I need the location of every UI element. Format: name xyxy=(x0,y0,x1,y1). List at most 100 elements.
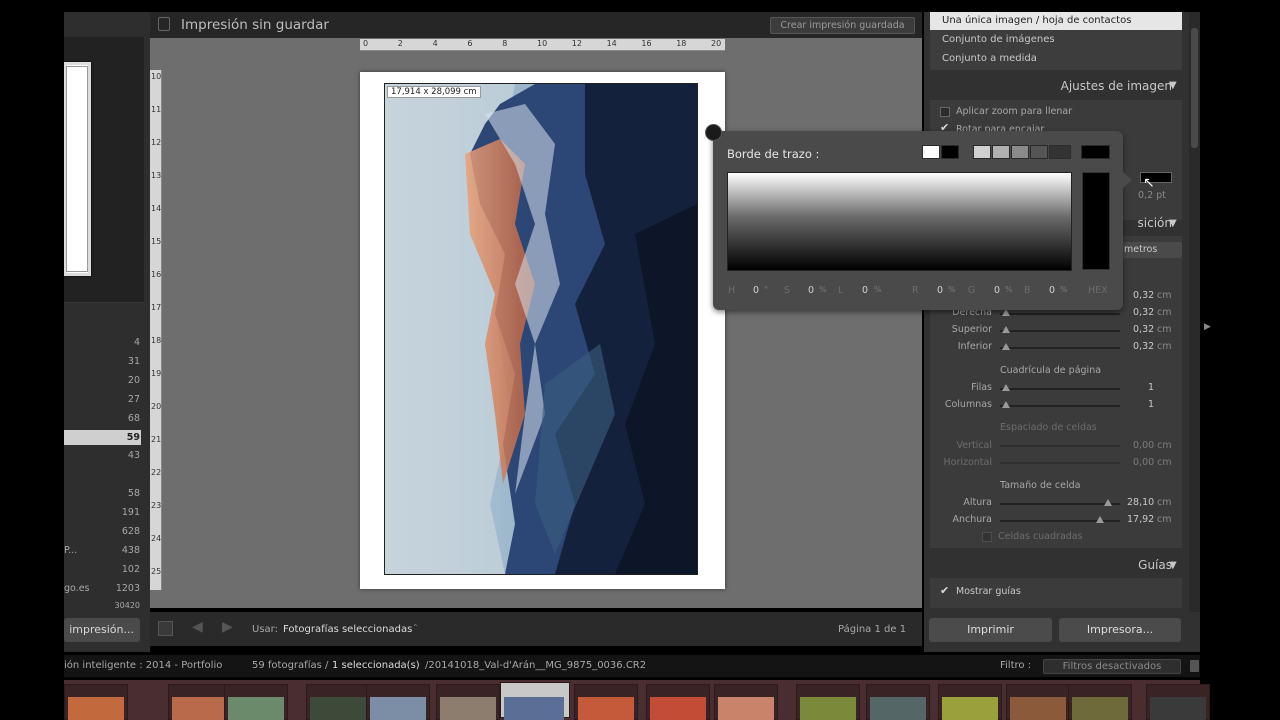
slider-thumb[interactable] xyxy=(1104,499,1112,506)
color-picker-title: Borde de trazo : xyxy=(727,147,820,161)
zoom-to-fill-checkbox[interactable] xyxy=(940,107,950,117)
horizontal-spacing-slider[interactable] xyxy=(1000,462,1120,464)
color-preview-bar[interactable] xyxy=(1082,172,1110,270)
margin-bottom-value[interactable]: 0,32 xyxy=(1133,341,1154,352)
preset-swatch[interactable] xyxy=(992,145,1010,159)
page-setup-button[interactable]: impresión... xyxy=(64,618,140,642)
horizontal-spacing-value[interactable]: 0,00 cm xyxy=(1133,457,1172,468)
collection-count[interactable]: 4 xyxy=(80,337,140,348)
collection-count[interactable]: 191 xyxy=(80,507,140,518)
close-popup-icon[interactable] xyxy=(705,124,722,141)
collapse-icon[interactable] xyxy=(158,17,170,31)
margin-left-value[interactable]: 0,32 xyxy=(1133,290,1154,301)
slider-thumb[interactable] xyxy=(1002,309,1010,316)
square-cells-checkbox[interactable] xyxy=(982,532,992,542)
collection-count[interactable]: 68 xyxy=(80,413,140,424)
ruler-tick-label: 23 xyxy=(151,501,162,510)
margin-right-value[interactable]: 0,32 xyxy=(1133,307,1154,318)
printer-button[interactable]: Impresora... xyxy=(1059,618,1181,642)
ruler-units-dropdown[interactable]: metros xyxy=(1120,242,1182,258)
red-value[interactable]: 0 xyxy=(937,285,943,296)
thumbnail-image xyxy=(650,697,706,720)
collection-count[interactable]: 58 xyxy=(80,488,140,499)
preset-swatch[interactable] xyxy=(973,145,991,159)
cell-height-value[interactable]: 28,10 xyxy=(1127,497,1154,508)
columns-slider[interactable] xyxy=(1000,405,1120,407)
ruler-tick-label: 14 xyxy=(151,204,162,213)
collection-name-partial[interactable]: P... xyxy=(64,545,77,556)
slider-thumb[interactable] xyxy=(1002,384,1010,391)
print-button[interactable]: Imprimir xyxy=(929,618,1052,642)
panel-toggle-arrow-icon[interactable]: ▶ xyxy=(1204,322,1211,332)
preset-swatch[interactable] xyxy=(941,145,959,159)
margin-right-slider[interactable] xyxy=(1000,313,1120,315)
lock-icon[interactable] xyxy=(1190,660,1199,672)
mouse-cursor-icon: ↖ xyxy=(1143,175,1155,191)
collection-count[interactable]: 438 xyxy=(80,545,140,556)
collection-count[interactable]: 102 xyxy=(80,564,140,575)
slider-thumb[interactable] xyxy=(1096,516,1104,523)
collapse-triangle-icon[interactable]: ▼ xyxy=(1169,218,1177,229)
green-value[interactable]: 0 xyxy=(994,285,1000,296)
create-saved-print-button[interactable]: Crear impresión guardada xyxy=(770,17,915,34)
blue-value[interactable]: 0 xyxy=(1049,285,1055,296)
columns-value[interactable]: 1 xyxy=(1148,399,1154,410)
hex-toggle[interactable]: HEX xyxy=(1088,285,1108,296)
cell-height-slider[interactable] xyxy=(1000,503,1120,505)
vertical-spacing-slider[interactable] xyxy=(1000,445,1120,447)
color-gradient-field[interactable] xyxy=(727,172,1072,271)
collection-count[interactable]: 628 xyxy=(80,526,140,537)
slider-thumb[interactable] xyxy=(1002,326,1010,333)
collection-count[interactable]: 20 xyxy=(80,375,140,386)
horizontal-spacing-label: Horizontal xyxy=(943,457,992,468)
hue-value[interactable]: 0 xyxy=(753,285,759,296)
stop-icon[interactable] xyxy=(158,621,173,636)
layout-option-custom[interactable]: Conjunto a medida xyxy=(930,50,1182,68)
margin-top-value[interactable]: 0,32 xyxy=(1133,324,1154,335)
saturation-value[interactable]: 0 xyxy=(808,285,814,296)
filter-dropdown[interactable]: Filtros desactivados xyxy=(1043,659,1181,674)
preset-swatch[interactable] xyxy=(1049,145,1071,159)
thumbnail-image xyxy=(440,697,496,720)
preset-swatch[interactable] xyxy=(1011,145,1029,159)
selected-filename[interactable]: /20141018_Val-d'Arán__MG_9875_0036.CR2 xyxy=(425,660,646,671)
layout-section-header[interactable]: sición xyxy=(1138,216,1172,230)
preset-swatch[interactable] xyxy=(1030,145,1048,159)
scrollbar-thumb[interactable] xyxy=(1191,28,1198,148)
use-dropdown[interactable]: Fotografías seleccionadas xyxy=(283,624,412,635)
ruler-tick-label: 8 xyxy=(502,39,508,48)
margin-top-slider[interactable] xyxy=(1000,330,1120,332)
collection-count-selected[interactable]: 59 xyxy=(80,432,140,443)
slider-thumb[interactable] xyxy=(1002,343,1010,350)
collection-count[interactable]: 30420 xyxy=(80,601,140,610)
ruler-tick-label: 13 xyxy=(151,171,162,180)
layout-option-single-image[interactable]: Una única imagen / hoja de contactos xyxy=(930,12,1182,30)
collection-count[interactable]: 31 xyxy=(80,356,140,367)
collapse-triangle-icon[interactable]: ▼ xyxy=(1169,80,1177,91)
margin-bottom-slider[interactable] xyxy=(1000,347,1120,349)
show-guides-checkmark[interactable]: ✔ xyxy=(940,584,949,597)
next-page-icon[interactable]: ▶ xyxy=(222,619,233,635)
rows-slider[interactable] xyxy=(1000,388,1120,390)
preset-swatch[interactable] xyxy=(922,145,940,159)
layout-option-image-set[interactable]: Conjunto de imágenes xyxy=(930,31,1182,49)
lightness-value[interactable]: 0 xyxy=(862,285,868,296)
previous-page-icon[interactable]: ◀ xyxy=(192,619,203,635)
current-color-swatch[interactable] xyxy=(1081,145,1110,159)
collection-count[interactable]: 43 xyxy=(80,450,140,461)
collection-count[interactable]: 27 xyxy=(80,394,140,405)
image-settings-header[interactable]: Ajustes de imagen xyxy=(1061,79,1172,93)
rows-value[interactable]: 1 xyxy=(1148,382,1154,393)
thumbnail-image xyxy=(370,697,426,720)
collapse-triangle-icon[interactable]: ▼ xyxy=(1169,560,1177,571)
slider-thumb[interactable] xyxy=(1002,401,1010,408)
thumbnail-image xyxy=(1150,697,1206,720)
guides-header[interactable]: Guías xyxy=(1138,558,1172,572)
cell-width-value[interactable]: 17,92 xyxy=(1127,514,1154,525)
cell-height-label: Altura xyxy=(963,497,992,508)
chevron-down-icon[interactable]: ⌃ xyxy=(412,623,419,632)
collection-name-partial[interactable]: go.es xyxy=(64,583,90,594)
source-path[interactable]: ión inteligente : 2014 - Portfolio xyxy=(64,660,222,671)
vertical-spacing-value[interactable]: 0,00 cm xyxy=(1133,440,1172,451)
landscape-photo[interactable] xyxy=(385,84,697,574)
